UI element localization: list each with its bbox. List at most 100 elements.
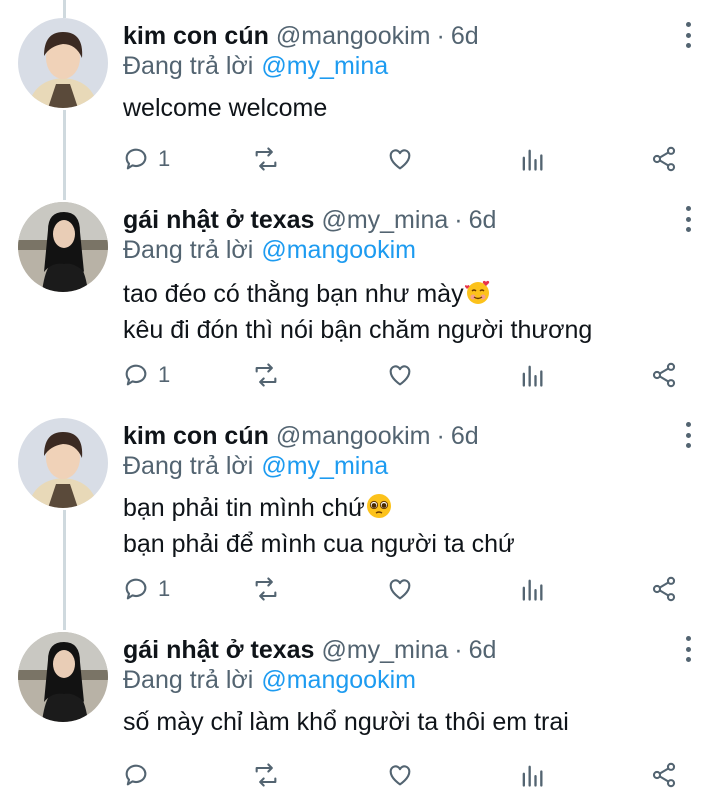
separator-dot: · [436,421,445,450]
retweet-icon [255,577,277,601]
user-handle[interactable]: @my_mina [321,636,448,665]
share-button[interactable] [650,142,678,176]
reply-icon [125,578,147,600]
heart-icon [389,579,411,600]
replying-to: Đang trả lời @mangookim [123,236,416,265]
display-name[interactable]: gái nhật ở texas [123,206,314,235]
smiling-face-with-hearts-emoji [464,280,489,304]
tweet-header: gái nhật ở texas @my_mina · 6d [123,632,496,668]
bar-chart-icon [522,579,543,601]
more-options-icon[interactable] [682,22,694,48]
mention-link[interactable]: @my_mina [261,452,388,480]
analytics-button[interactable] [518,142,546,176]
separator-dot: · [454,635,463,664]
tweet-text: bạn phải tin mình chứ bạn phải để mình c… [123,490,515,562]
analytics-button[interactable] [518,758,546,792]
tweet-text: tao đéo có thằng bạn như mày kêu đi đón … [123,276,592,348]
tweet-text: số mày chỉ làm khổ người ta thôi em trai [123,704,569,740]
user-handle[interactable]: @mangookim [276,22,431,51]
tweet[interactable]: gái nhật ở texas @my_mina · 6d Đang trả … [0,632,720,800]
tweet[interactable]: gái nhật ở texas @my_mina · 6d Đang trả … [0,202,720,402]
retweet-button[interactable] [252,142,280,176]
boy-avatar-icon [18,418,108,508]
replying-to-label: Đang trả lời [123,52,254,80]
mention-link[interactable]: @mangookim [261,666,416,694]
retweet-button[interactable] [252,358,280,392]
more-options-icon[interactable] [682,636,694,662]
avatar[interactable] [18,202,108,292]
like-button[interactable] [386,758,414,792]
reply-button[interactable]: 1 [122,142,170,176]
reply-button[interactable] [122,758,158,792]
retweet-icon [255,763,277,787]
retweet-button[interactable] [252,758,280,792]
thread-line [63,0,66,18]
bar-chart-icon [522,149,543,171]
avatar[interactable] [18,18,108,108]
reply-icon [125,364,147,386]
avatar[interactable] [18,418,108,508]
timestamp[interactable]: 6d [469,636,497,665]
reply-button[interactable]: 1 [122,358,170,392]
tweet-line: bạn phải tin mình chứ [123,490,515,526]
reply-count: 1 [158,146,171,171]
tweet-header: gái nhật ở texas @my_mina · 6d [123,202,496,238]
more-options-icon[interactable] [682,206,694,232]
more-options-icon[interactable] [682,422,694,448]
heart-icon [389,765,411,786]
replying-to-label: Đang trả lời [123,236,254,264]
boy-avatar-icon [18,18,108,108]
share-button[interactable] [650,758,678,792]
girl-avatar-icon [18,202,108,292]
like-button[interactable] [386,572,414,606]
tweet[interactable]: kim con cún @mangookim · 6d Đang trả lời… [0,18,720,188]
retweet-button[interactable] [252,572,280,606]
replying-to: Đang trả lời @my_mina [123,52,388,81]
like-button[interactable] [386,142,414,176]
tweet-header: kim con cún @mangookim · 6d [123,18,479,54]
reply-icon [125,148,147,170]
tweet-line: bạn phải để mình cua người ta chứ [123,530,515,558]
timestamp[interactable]: 6d [451,22,479,51]
share-button[interactable] [650,572,678,606]
pleading-face-emoji [366,494,391,518]
action-bar: 1 [0,142,720,176]
share-button[interactable] [650,358,678,392]
timestamp[interactable]: 6d [469,206,497,235]
tweet[interactable]: kim con cún @mangookim · 6d Đang trả lời… [0,418,720,618]
display-name[interactable]: gái nhật ở texas [123,636,314,665]
user-handle[interactable]: @my_mina [321,206,448,235]
separator-dot: · [436,21,445,50]
mention-link[interactable]: @mangookim [261,236,416,264]
action-bar: 1 [0,572,720,606]
share-icon [652,762,676,788]
separator-dot: · [454,205,463,234]
tweet-line: tao đéo có thằng bạn như mày [123,276,592,312]
replying-to: Đang trả lời @mangookim [123,666,416,695]
replying-to-label: Đang trả lời [123,666,254,694]
reply-count: 1 [158,576,171,601]
display-name[interactable]: kim con cún [123,422,269,451]
reply-button[interactable]: 1 [122,572,170,606]
mention-link[interactable]: @my_mina [261,52,388,80]
heart-icon [389,149,411,170]
bar-chart-icon [522,765,543,787]
reply-icon [125,764,147,786]
replying-to-label: Đang trả lời [123,452,254,480]
like-button[interactable] [386,358,414,392]
user-handle[interactable]: @mangookim [276,422,431,451]
bar-chart-icon [522,365,543,387]
avatar[interactable] [18,632,108,722]
display-name[interactable]: kim con cún [123,22,269,51]
tweet-line: kêu đi đón thì nói bận chăm người thương [123,316,593,344]
girl-avatar-icon [18,632,108,722]
tweet-header: kim con cún @mangookim · 6d [123,418,479,454]
analytics-button[interactable] [518,358,546,392]
share-icon [652,146,676,172]
action-bar: 1 [0,358,720,392]
timestamp[interactable]: 6d [451,422,479,451]
share-icon [652,362,676,388]
analytics-button[interactable] [518,572,546,606]
retweet-icon [255,147,277,171]
heart-icon [389,365,411,386]
